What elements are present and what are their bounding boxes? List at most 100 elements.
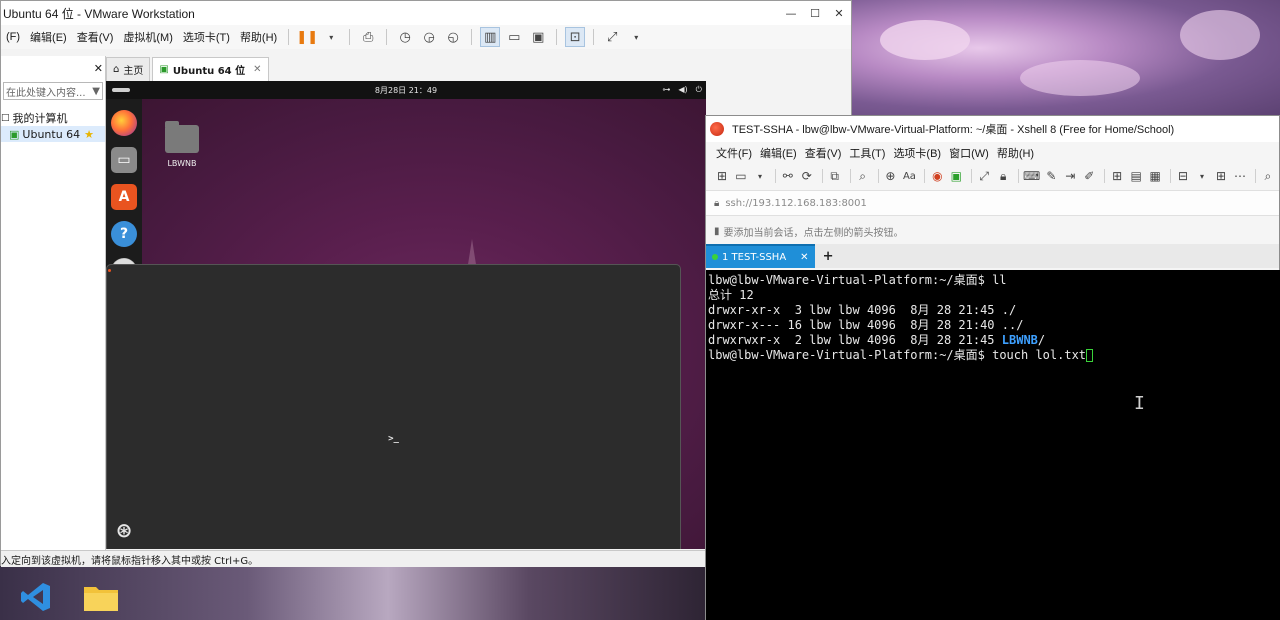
add-tab-button[interactable]: + bbox=[823, 249, 834, 264]
console-view-icon[interactable]: ⊡ bbox=[565, 27, 586, 47]
menu-file[interactable]: (F) bbox=[1, 31, 25, 43]
help-icon[interactable]: ? bbox=[111, 221, 137, 247]
close-icon[interactable]: ✕ bbox=[800, 252, 808, 263]
text-cursor-icon: I bbox=[1134, 393, 1145, 414]
revert-snapshot-icon[interactable]: ◶ bbox=[419, 27, 439, 47]
menu-tools[interactable]: 工具(T) bbox=[845, 145, 889, 161]
toolbar-separator bbox=[1018, 169, 1020, 183]
pause-icon[interactable]: ❚❚ bbox=[296, 27, 318, 47]
xshell-window: TEST-SSHA - lbw@lbw-VMware-Virtual-Platf… bbox=[705, 115, 1280, 620]
snapshot-icon[interactable]: ◷ bbox=[395, 27, 415, 47]
keyboard-icon[interactable]: ⌨ bbox=[1023, 167, 1040, 185]
show-apps-icon[interactable]: ⊛ bbox=[111, 517, 137, 543]
view-tabs-icon[interactable]: ▣ bbox=[528, 27, 548, 47]
compose-icon[interactable]: ✎ bbox=[1043, 167, 1059, 185]
files-icon[interactable]: ▭ bbox=[111, 147, 137, 173]
menu-edit[interactable]: 编辑(E) bbox=[756, 145, 801, 161]
close-icon[interactable]: ✕ bbox=[253, 64, 261, 75]
minimize-button[interactable]: — bbox=[779, 1, 803, 25]
zoom-icon[interactable]: ⌕ bbox=[1260, 167, 1276, 185]
star-icon: ★ bbox=[84, 127, 95, 141]
fullscreen-icon[interactable]: ⤢ bbox=[602, 27, 622, 47]
window-title: TEST-SSHA - lbw@lbw-VMware-Virtual-Platf… bbox=[732, 124, 1175, 136]
thumbnail-bar-icon[interactable]: ▭ bbox=[504, 27, 524, 47]
open-icon[interactable]: ▭ bbox=[733, 167, 749, 185]
clock[interactable]: 8月28日 21：49 bbox=[106, 85, 706, 96]
snapshot-manager-icon[interactable]: ◵ bbox=[443, 27, 463, 47]
close-button[interactable]: ✕ bbox=[827, 1, 851, 25]
vmware-titlebar[interactable]: Ubuntu 64 位 - VMware Workstation — ☐ ✕ bbox=[1, 1, 851, 25]
new-session-icon[interactable]: ⊞ bbox=[714, 167, 730, 185]
menu-edit[interactable]: 编辑(E) bbox=[25, 29, 72, 45]
fullscreen-icon[interactable]: ⤢ bbox=[976, 167, 992, 185]
layout-icon[interactable]: ⊟ bbox=[1175, 167, 1191, 185]
menu-help[interactable]: 帮助(H) bbox=[235, 29, 282, 45]
tab-test-ssha[interactable]: 1 TEST-SSHA ✕ bbox=[706, 244, 815, 268]
tree-item-my-computer[interactable]: □ 我的计算机 bbox=[1, 110, 105, 126]
globe-icon[interactable]: ⊕ bbox=[882, 167, 898, 185]
chevron-down-icon[interactable]: ▾ bbox=[321, 27, 341, 47]
chevron-down-icon[interactable]: ▾ bbox=[1194, 167, 1210, 185]
more-icon[interactable]: ⋯ bbox=[1232, 167, 1248, 185]
log-icon[interactable]: ▤ bbox=[1128, 167, 1144, 185]
xshell-titlebar[interactable]: TEST-SSHA - lbw@lbw-VMware-Virtual-Platf… bbox=[706, 116, 1279, 142]
send-keys-icon[interactable]: ⎙ bbox=[358, 27, 378, 47]
library-search-input[interactable]: 在此处键入内容... ▼ bbox=[3, 82, 103, 100]
session-address-bar[interactable]: 🔒︎ ssh://193.112.168.183:8001 bbox=[706, 190, 1279, 216]
firefox-icon[interactable] bbox=[111, 110, 137, 136]
menu-tabs[interactable]: 选项卡(B) bbox=[889, 145, 945, 161]
toolbar-separator bbox=[849, 169, 851, 183]
menu-help[interactable]: 帮助(H) bbox=[993, 145, 1038, 161]
arrow-icon[interactable]: ▮ bbox=[714, 226, 720, 237]
transfer-icon[interactable]: ⇥ bbox=[1062, 167, 1078, 185]
tile-icon[interactable]: ⊞ bbox=[1213, 167, 1229, 185]
session-address: ssh://193.112.168.183:8001 bbox=[725, 197, 867, 209]
tab-ubuntu[interactable]: ▣ Ubuntu 64 位 ✕ bbox=[152, 57, 269, 81]
toolbar-separator bbox=[971, 169, 973, 183]
toolbar-separator bbox=[471, 29, 473, 45]
directory-name: LBWNB bbox=[1001, 333, 1038, 347]
app-center-icon[interactable]: A bbox=[111, 184, 137, 210]
xmanager-icon[interactable]: ▣ bbox=[948, 167, 964, 185]
disconnect-icon[interactable]: ⚯ bbox=[780, 167, 796, 185]
chevron-down-icon[interactable]: ▾ bbox=[626, 27, 646, 47]
home-icon: ⌂ bbox=[113, 64, 120, 75]
font-icon[interactable]: Aa bbox=[901, 167, 917, 185]
show-library-icon[interactable]: ▥ bbox=[480, 27, 501, 47]
script-icon[interactable]: ✐ bbox=[1081, 167, 1097, 185]
terminal-cursor bbox=[1086, 349, 1094, 362]
expand-icon[interactable]: □ bbox=[1, 113, 10, 123]
lock-icon[interactable]: 🔒︎ bbox=[995, 167, 1011, 185]
ubuntu-guest-screen[interactable]: 8月28日 21：49 zh ⊶ ◀) ⏻ LBWNB ▭ A ? >_ ♻ ⊛ bbox=[106, 81, 706, 549]
menu-tabs[interactable]: 选项卡(T) bbox=[178, 29, 235, 45]
system-tray[interactable]: ⊶ ◀) ⏻ bbox=[662, 85, 702, 95]
new-tab-icon[interactable]: ⊞ bbox=[1109, 167, 1125, 185]
menu-view[interactable]: 查看(V) bbox=[801, 145, 846, 161]
tab-home[interactable]: ⌂ 主页 bbox=[106, 57, 151, 81]
chevron-down-icon[interactable]: ▼ bbox=[92, 86, 100, 97]
maximize-button[interactable]: ☐ bbox=[803, 1, 827, 25]
menu-vm[interactable]: 虚拟机(M) bbox=[118, 29, 178, 45]
desktop-folder-lbwnb[interactable]: LBWNB bbox=[162, 121, 202, 168]
terminal-prompt-line: lbw@lbw-VMware-Virtual-Platform:~/桌面$ to… bbox=[708, 348, 1279, 363]
chevron-down-icon[interactable]: ▾ bbox=[752, 167, 768, 185]
tree-item-ubuntu[interactable]: ▣ Ubuntu 64 ★ bbox=[1, 126, 105, 142]
toolbar-separator bbox=[556, 29, 558, 45]
toolbar-separator bbox=[593, 29, 595, 45]
menu-window[interactable]: 窗口(W) bbox=[945, 145, 993, 161]
running-indicator bbox=[108, 269, 111, 272]
search-icon[interactable]: ⌕ bbox=[855, 167, 871, 185]
menu-view[interactable]: 查看(V) bbox=[72, 29, 119, 45]
power-icon: ⏻ bbox=[695, 85, 702, 94]
toolbar-separator bbox=[1104, 169, 1106, 183]
terminal-output[interactable]: lbw@lbw-VMware-Virtual-Platform:~/桌面$ ll… bbox=[706, 270, 1280, 620]
vscode-icon[interactable] bbox=[15, 576, 57, 618]
reconnect-icon[interactable]: ⟳ bbox=[799, 167, 815, 185]
notes-icon[interactable]: ▦ bbox=[1147, 167, 1163, 185]
terminal-icon[interactable]: >_ bbox=[106, 264, 681, 549]
folder-icon[interactable] bbox=[80, 576, 122, 618]
copy-icon[interactable]: ⧉ bbox=[827, 167, 843, 185]
xftp-icon[interactable]: ◉ bbox=[929, 167, 945, 185]
menu-file[interactable]: 文件(F) bbox=[712, 145, 756, 161]
close-icon[interactable]: ✕ bbox=[94, 62, 103, 75]
